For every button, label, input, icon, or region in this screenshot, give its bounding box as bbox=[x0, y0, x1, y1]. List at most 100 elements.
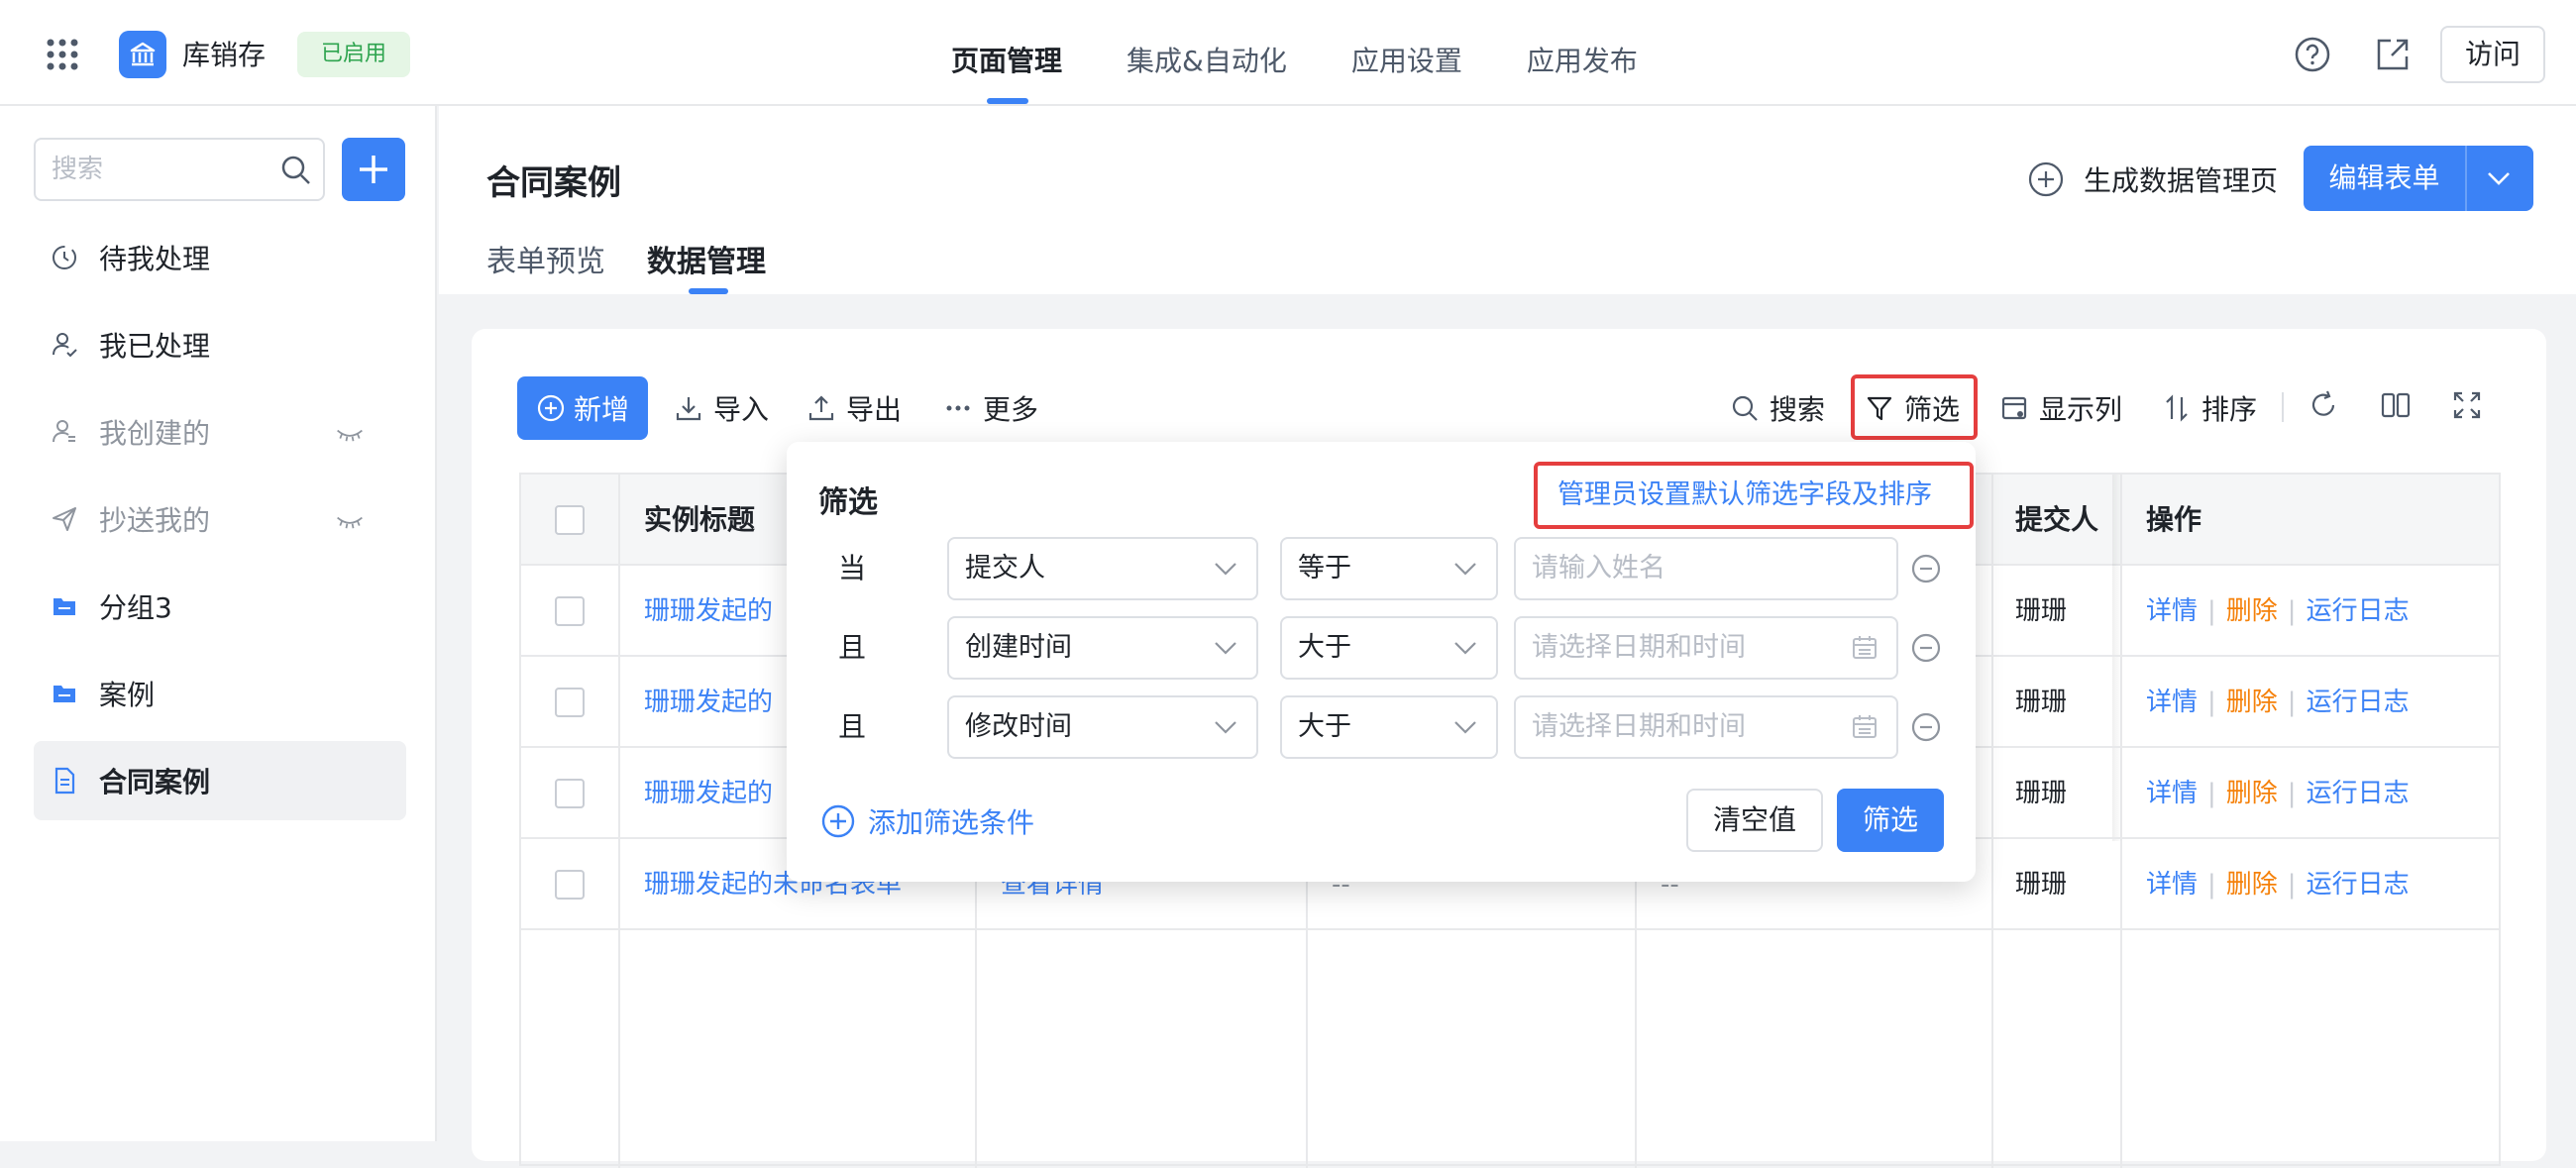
sidebar-item-cc[interactable]: 抄送我的 bbox=[34, 479, 406, 559]
sort-button[interactable]: 排序 bbox=[2162, 376, 2257, 440]
visit-button[interactable]: 访问 bbox=[2440, 26, 2545, 83]
generate-label: 生成数据管理页 bbox=[2084, 164, 2279, 197]
external-link-icon[interactable] bbox=[2373, 35, 2413, 74]
row-checkbox[interactable] bbox=[555, 779, 585, 808]
sort-icon bbox=[2166, 394, 2188, 422]
fullscreen-icon[interactable] bbox=[2450, 388, 2484, 422]
filter-condition-row: 且 创建时间 大于 请选择日期和时间 bbox=[787, 616, 1976, 680]
filter-icon bbox=[1867, 396, 1892, 421]
select-all-checkbox[interactable] bbox=[555, 505, 585, 535]
top-bar: 库销存 已启用 页面管理 集成&自动化 应用设置 应用发布 访问 bbox=[0, 0, 2576, 106]
tab-data-management[interactable]: 数据管理 bbox=[647, 237, 766, 280]
row-actions: 详情 | 删除 | 运行日志 bbox=[2146, 596, 2410, 626]
nav-app-publish[interactable]: 应用发布 bbox=[1527, 0, 1638, 106]
refresh-icon[interactable] bbox=[2307, 388, 2340, 422]
field-select[interactable]: 创建时间 bbox=[947, 616, 1258, 680]
plus-icon bbox=[360, 156, 387, 183]
remove-condition-icon[interactable] bbox=[1910, 711, 1942, 743]
export-button[interactable]: 导出 bbox=[806, 376, 902, 440]
help-icon[interactable] bbox=[2293, 35, 2332, 74]
admin-default-filter-link[interactable]: 管理员设置默认筛选字段及排序 bbox=[1534, 462, 1974, 529]
field-select[interactable]: 提交人 bbox=[947, 537, 1258, 600]
sidebar-item-cases[interactable]: 案例 bbox=[34, 654, 406, 733]
app-name: 库销存 bbox=[182, 39, 267, 71]
eye-closed-icon[interactable] bbox=[335, 507, 365, 537]
delete-link[interactable]: 删除 bbox=[2226, 596, 2278, 626]
page-header: 合同案例 表单预览 数据管理 生成数据管理页 编辑表单 bbox=[439, 106, 2576, 294]
field-select-value: 修改时间 bbox=[965, 711, 1072, 742]
column-header-title[interactable]: 实例标题 bbox=[644, 475, 755, 566]
datetime-input-placeholder: 请选择日期和时间 bbox=[1532, 632, 1746, 663]
calendar-icon bbox=[1853, 715, 1877, 738]
operator-select[interactable]: 大于 bbox=[1280, 695, 1498, 759]
operator-select[interactable]: 大于 bbox=[1280, 616, 1498, 680]
apply-filter-button[interactable]: 筛选 bbox=[1837, 789, 1944, 852]
row-checkbox[interactable] bbox=[555, 596, 585, 626]
more-icon bbox=[946, 405, 970, 411]
nav-integration[interactable]: 集成&自动化 bbox=[1127, 0, 1287, 106]
columns-button[interactable]: 显示列 bbox=[1999, 376, 2122, 440]
add-page-button[interactable] bbox=[342, 138, 405, 201]
generate-data-page-button[interactable]: 生成数据管理页 bbox=[2026, 156, 2278, 203]
detail-link[interactable]: 详情 bbox=[2146, 596, 2198, 626]
run-log-link[interactable]: 运行日志 bbox=[2307, 688, 2410, 717]
row-checkbox[interactable] bbox=[555, 870, 585, 900]
nav-page-management[interactable]: 页面管理 bbox=[951, 0, 1062, 106]
delete-link[interactable]: 删除 bbox=[2226, 870, 2278, 900]
value-input[interactable]: 请输入姓名 bbox=[1514, 537, 1898, 600]
remove-condition-icon[interactable] bbox=[1910, 553, 1942, 584]
search-input[interactable] bbox=[52, 140, 279, 199]
remove-condition-icon[interactable] bbox=[1910, 632, 1942, 664]
main-nav: 页面管理 集成&自动化 应用设置 应用发布 bbox=[951, 0, 1702, 106]
sidebar-item-label: 待我处理 bbox=[99, 243, 211, 275]
detail-link[interactable]: 详情 bbox=[2146, 779, 2198, 808]
sidebar-item-group3[interactable]: 分组3 bbox=[34, 567, 406, 646]
operator-select-value: 等于 bbox=[1298, 553, 1351, 584]
add-filter-condition-button[interactable]: 添加筛选条件 bbox=[820, 801, 1034, 841]
detail-link[interactable]: 详情 bbox=[2146, 688, 2198, 717]
add-record-button[interactable]: 新增 bbox=[517, 376, 648, 440]
sidebar-item-todo[interactable]: 待我处理 bbox=[34, 218, 406, 297]
run-log-link[interactable]: 运行日志 bbox=[2307, 779, 2410, 808]
app-grid-icon[interactable] bbox=[46, 38, 79, 71]
run-log-link[interactable]: 运行日志 bbox=[2307, 596, 2410, 626]
calendar-icon bbox=[1853, 636, 1877, 659]
detail-link[interactable]: 详情 bbox=[2146, 870, 2198, 900]
run-log-link[interactable]: 运行日志 bbox=[2307, 870, 2410, 900]
datetime-input[interactable]: 请选择日期和时间 bbox=[1514, 695, 1898, 759]
field-select[interactable]: 修改时间 bbox=[947, 695, 1258, 759]
column-header-submitter[interactable]: 提交人 bbox=[2015, 475, 2098, 566]
tab-form-preview[interactable]: 表单预览 bbox=[486, 237, 605, 280]
edit-form-button[interactable]: 编辑表单 bbox=[2304, 146, 2533, 211]
sidebar-item-contract-cases[interactable]: 合同案例 bbox=[34, 741, 406, 820]
split-view-icon[interactable] bbox=[2379, 388, 2413, 422]
row-submitter: 珊珊 bbox=[2015, 779, 2068, 808]
datetime-input-placeholder: 请选择日期和时间 bbox=[1532, 711, 1746, 742]
filter-label: 筛选 bbox=[1904, 393, 1961, 426]
delete-link[interactable]: 删除 bbox=[2226, 688, 2278, 717]
row-actions: 详情 | 删除 | 运行日志 bbox=[2146, 688, 2410, 717]
datetime-input[interactable]: 请选择日期和时间 bbox=[1514, 616, 1898, 680]
clear-values-button[interactable]: 清空值 bbox=[1686, 789, 1823, 852]
import-label: 导入 bbox=[713, 393, 770, 426]
edit-form-label: 编辑表单 bbox=[2328, 161, 2440, 194]
sidebar-item-created[interactable]: 我创建的 bbox=[34, 392, 406, 472]
filter-condition-row: 当 提交人 等于 请输入姓名 bbox=[787, 537, 1976, 600]
eye-closed-icon[interactable] bbox=[335, 420, 365, 450]
chevron-down-icon bbox=[1215, 563, 1236, 576]
nav-app-settings[interactable]: 应用设置 bbox=[1351, 0, 1462, 106]
filter-popover-title: 筛选 bbox=[818, 485, 878, 520]
sidebar-item-done[interactable]: 我已处理 bbox=[34, 305, 406, 384]
delete-link[interactable]: 删除 bbox=[2226, 779, 2278, 808]
import-button[interactable]: 导入 bbox=[674, 376, 769, 440]
row-submitter: 珊珊 bbox=[2015, 596, 2068, 626]
chevron-down-icon bbox=[1454, 642, 1476, 655]
send-icon bbox=[53, 507, 76, 531]
chevron-down-icon[interactable] bbox=[2484, 165, 2514, 191]
search-button[interactable]: 搜索 bbox=[1730, 376, 1825, 440]
operator-select[interactable]: 等于 bbox=[1280, 537, 1498, 600]
search-icon[interactable] bbox=[279, 154, 313, 187]
row-checkbox[interactable] bbox=[555, 688, 585, 717]
filter-button[interactable]: 筛选 bbox=[1865, 376, 1960, 440]
more-button[interactable]: 更多 bbox=[943, 376, 1038, 440]
